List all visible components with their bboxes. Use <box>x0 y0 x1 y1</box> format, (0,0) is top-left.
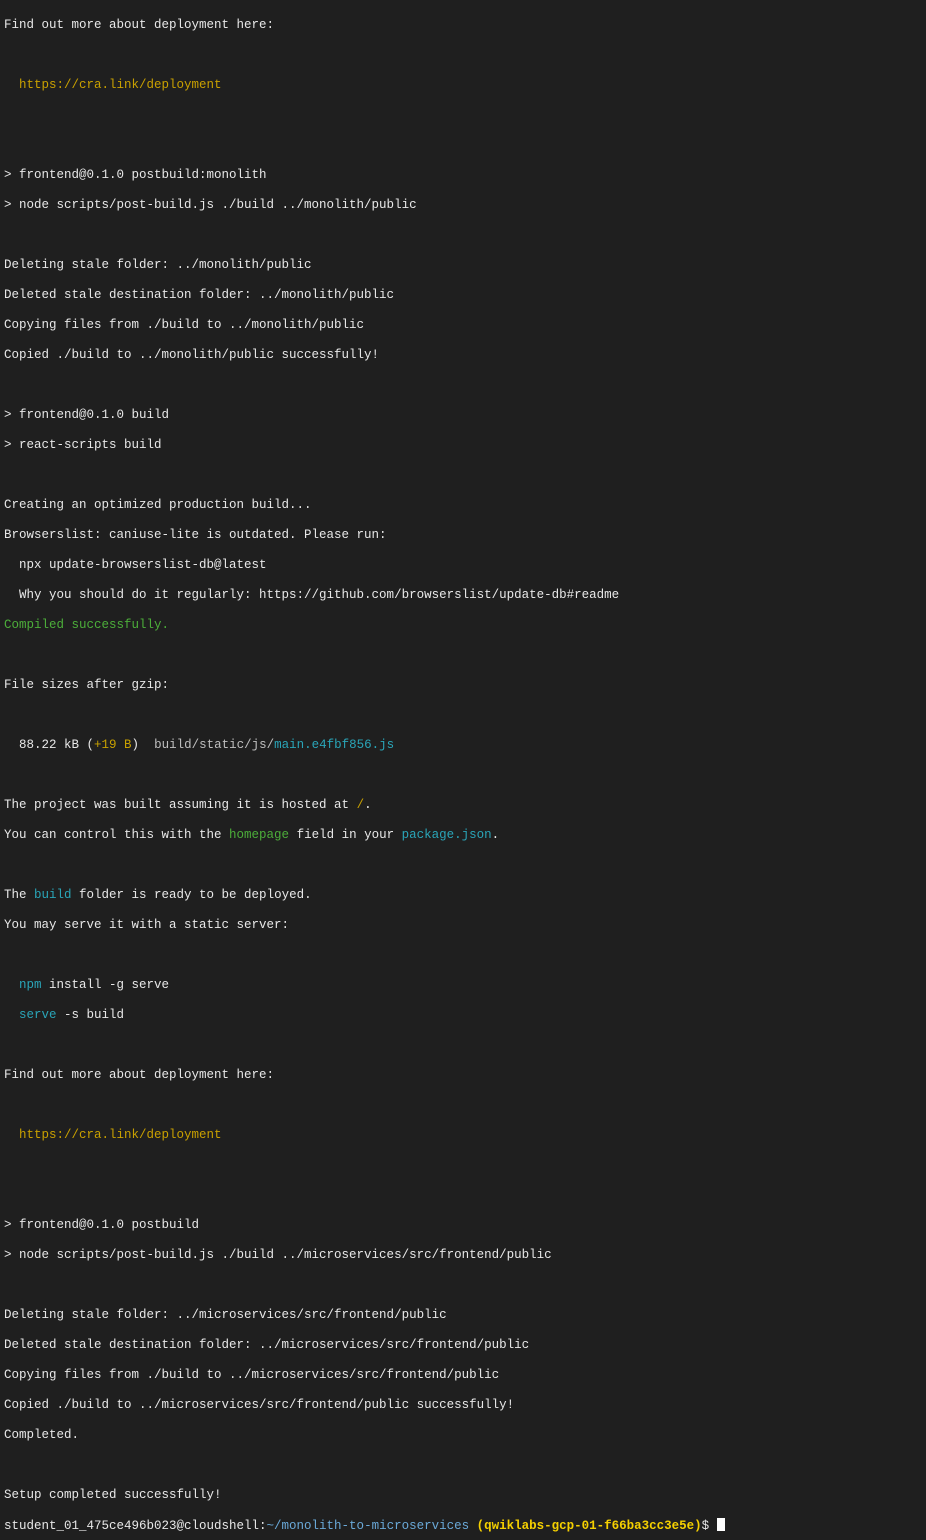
terminal-line: Deleted stale destination folder: ../mic… <box>4 1338 530 1352</box>
deployment-link[interactable]: https://cra.link/deployment <box>19 1128 222 1142</box>
terminal-line: The build folder is ready to be deployed… <box>4 888 926 903</box>
build-folder: build <box>34 888 72 902</box>
file-size: 88.22 kB ( <box>19 738 95 752</box>
terminal-line: npx update-browserslist-db@latest <box>4 558 267 572</box>
terminal-line: > node scripts/post-build.js ./build ../… <box>4 1248 552 1262</box>
terminal-line: Completed. <box>4 1428 80 1442</box>
hosted-path: / <box>356 798 365 812</box>
text-segment: install -g serve <box>41 978 170 992</box>
terminal-line: Find out more about deployment here: <box>4 1068 275 1082</box>
prompt-project: (qwiklabs-gcp-01-f66ba3cc3e5e) <box>476 1519 702 1533</box>
terminal-output[interactable]: Find out more about deployment here: htt… <box>0 0 926 1533</box>
package-json: package.json <box>401 828 492 842</box>
terminal-line: Creating an optimized production build..… <box>4 498 312 512</box>
terminal-line: File sizes after gzip: <box>4 678 170 692</box>
terminal-line: Deleting stale folder: ../monolith/publi… <box>4 258 312 272</box>
terminal-line: > node scripts/post-build.js ./build ../… <box>4 198 417 212</box>
text-cursor[interactable] <box>716 1518 725 1531</box>
prompt-user-host: student_01_475ce496b023@cloudshell: <box>4 1519 267 1533</box>
terminal-line: serve -s build <box>4 1008 926 1023</box>
terminal-line: > react-scripts build <box>4 438 162 452</box>
terminal-line: > frontend@0.1.0 build <box>4 408 170 422</box>
terminal-line: Copied ./build to ../monolith/public suc… <box>4 348 380 362</box>
size-delta: +19 B <box>94 738 132 752</box>
terminal-line: Deleted stale destination folder: ../mon… <box>4 288 395 302</box>
terminal-line: npm install -g serve <box>4 978 926 993</box>
serve-command: serve <box>19 1008 57 1022</box>
terminal-line: You may serve it with a static server: <box>4 918 290 932</box>
compiled-status: Compiled successfully. <box>4 618 170 632</box>
text-segment: field in your <box>289 828 402 842</box>
text-segment: The <box>4 888 35 902</box>
text-segment: . <box>364 798 372 812</box>
terminal-line: The project was built assuming it is hos… <box>4 798 926 813</box>
terminal-line: Deleting stale folder: ../microservices/… <box>4 1308 447 1322</box>
terminal-line: Why you should do it regularly: https://… <box>4 588 620 602</box>
terminal-line: You can control this with the homepage f… <box>4 828 926 843</box>
text-segment: folder is ready to be deployed. <box>71 888 312 902</box>
terminal-line: https://cra.link/deployment <box>4 1128 926 1143</box>
homepage-field: homepage <box>229 828 290 842</box>
prompt-path: ~/monolith-to-microservices <box>266 1519 470 1533</box>
terminal-line: Find out more about deployment here: <box>4 18 275 32</box>
shell-prompt[interactable]: student_01_475ce496b023@cloudshell:~/mon… <box>4 1518 926 1533</box>
terminal-line: https://cra.link/deployment <box>4 78 926 93</box>
file-name: main.e4fbf856.js <box>274 738 395 752</box>
prompt-symbol: $ <box>701 1519 717 1533</box>
terminal-line: > frontend@0.1.0 postbuild:monolith <box>4 168 267 182</box>
text-segment: The project was built assuming it is hos… <box>4 798 357 812</box>
file-size-row: 88.22 kB (+19 B) build/static/js/main.e4… <box>4 738 926 753</box>
npm-command: npm <box>19 978 42 992</box>
text-segment: You can control this with the <box>4 828 230 842</box>
file-dir: build/static/js/ <box>154 738 275 752</box>
terminal-line: Copying files from ./build to ../microse… <box>4 1368 500 1382</box>
deployment-link[interactable]: https://cra.link/deployment <box>19 78 222 92</box>
size-delta-close: ) <box>131 738 155 752</box>
text-segment: -s build <box>56 1008 125 1022</box>
terminal-line: > frontend@0.1.0 postbuild <box>4 1218 200 1232</box>
terminal-line: Browserslist: caniuse-lite is outdated. … <box>4 528 387 542</box>
terminal-line: Copying files from ./build to ../monolit… <box>4 318 365 332</box>
terminal-line: Setup completed successfully! <box>4 1488 222 1502</box>
terminal-line: Copied ./build to ../microservices/src/f… <box>4 1398 515 1412</box>
text-segment: . <box>491 828 500 842</box>
